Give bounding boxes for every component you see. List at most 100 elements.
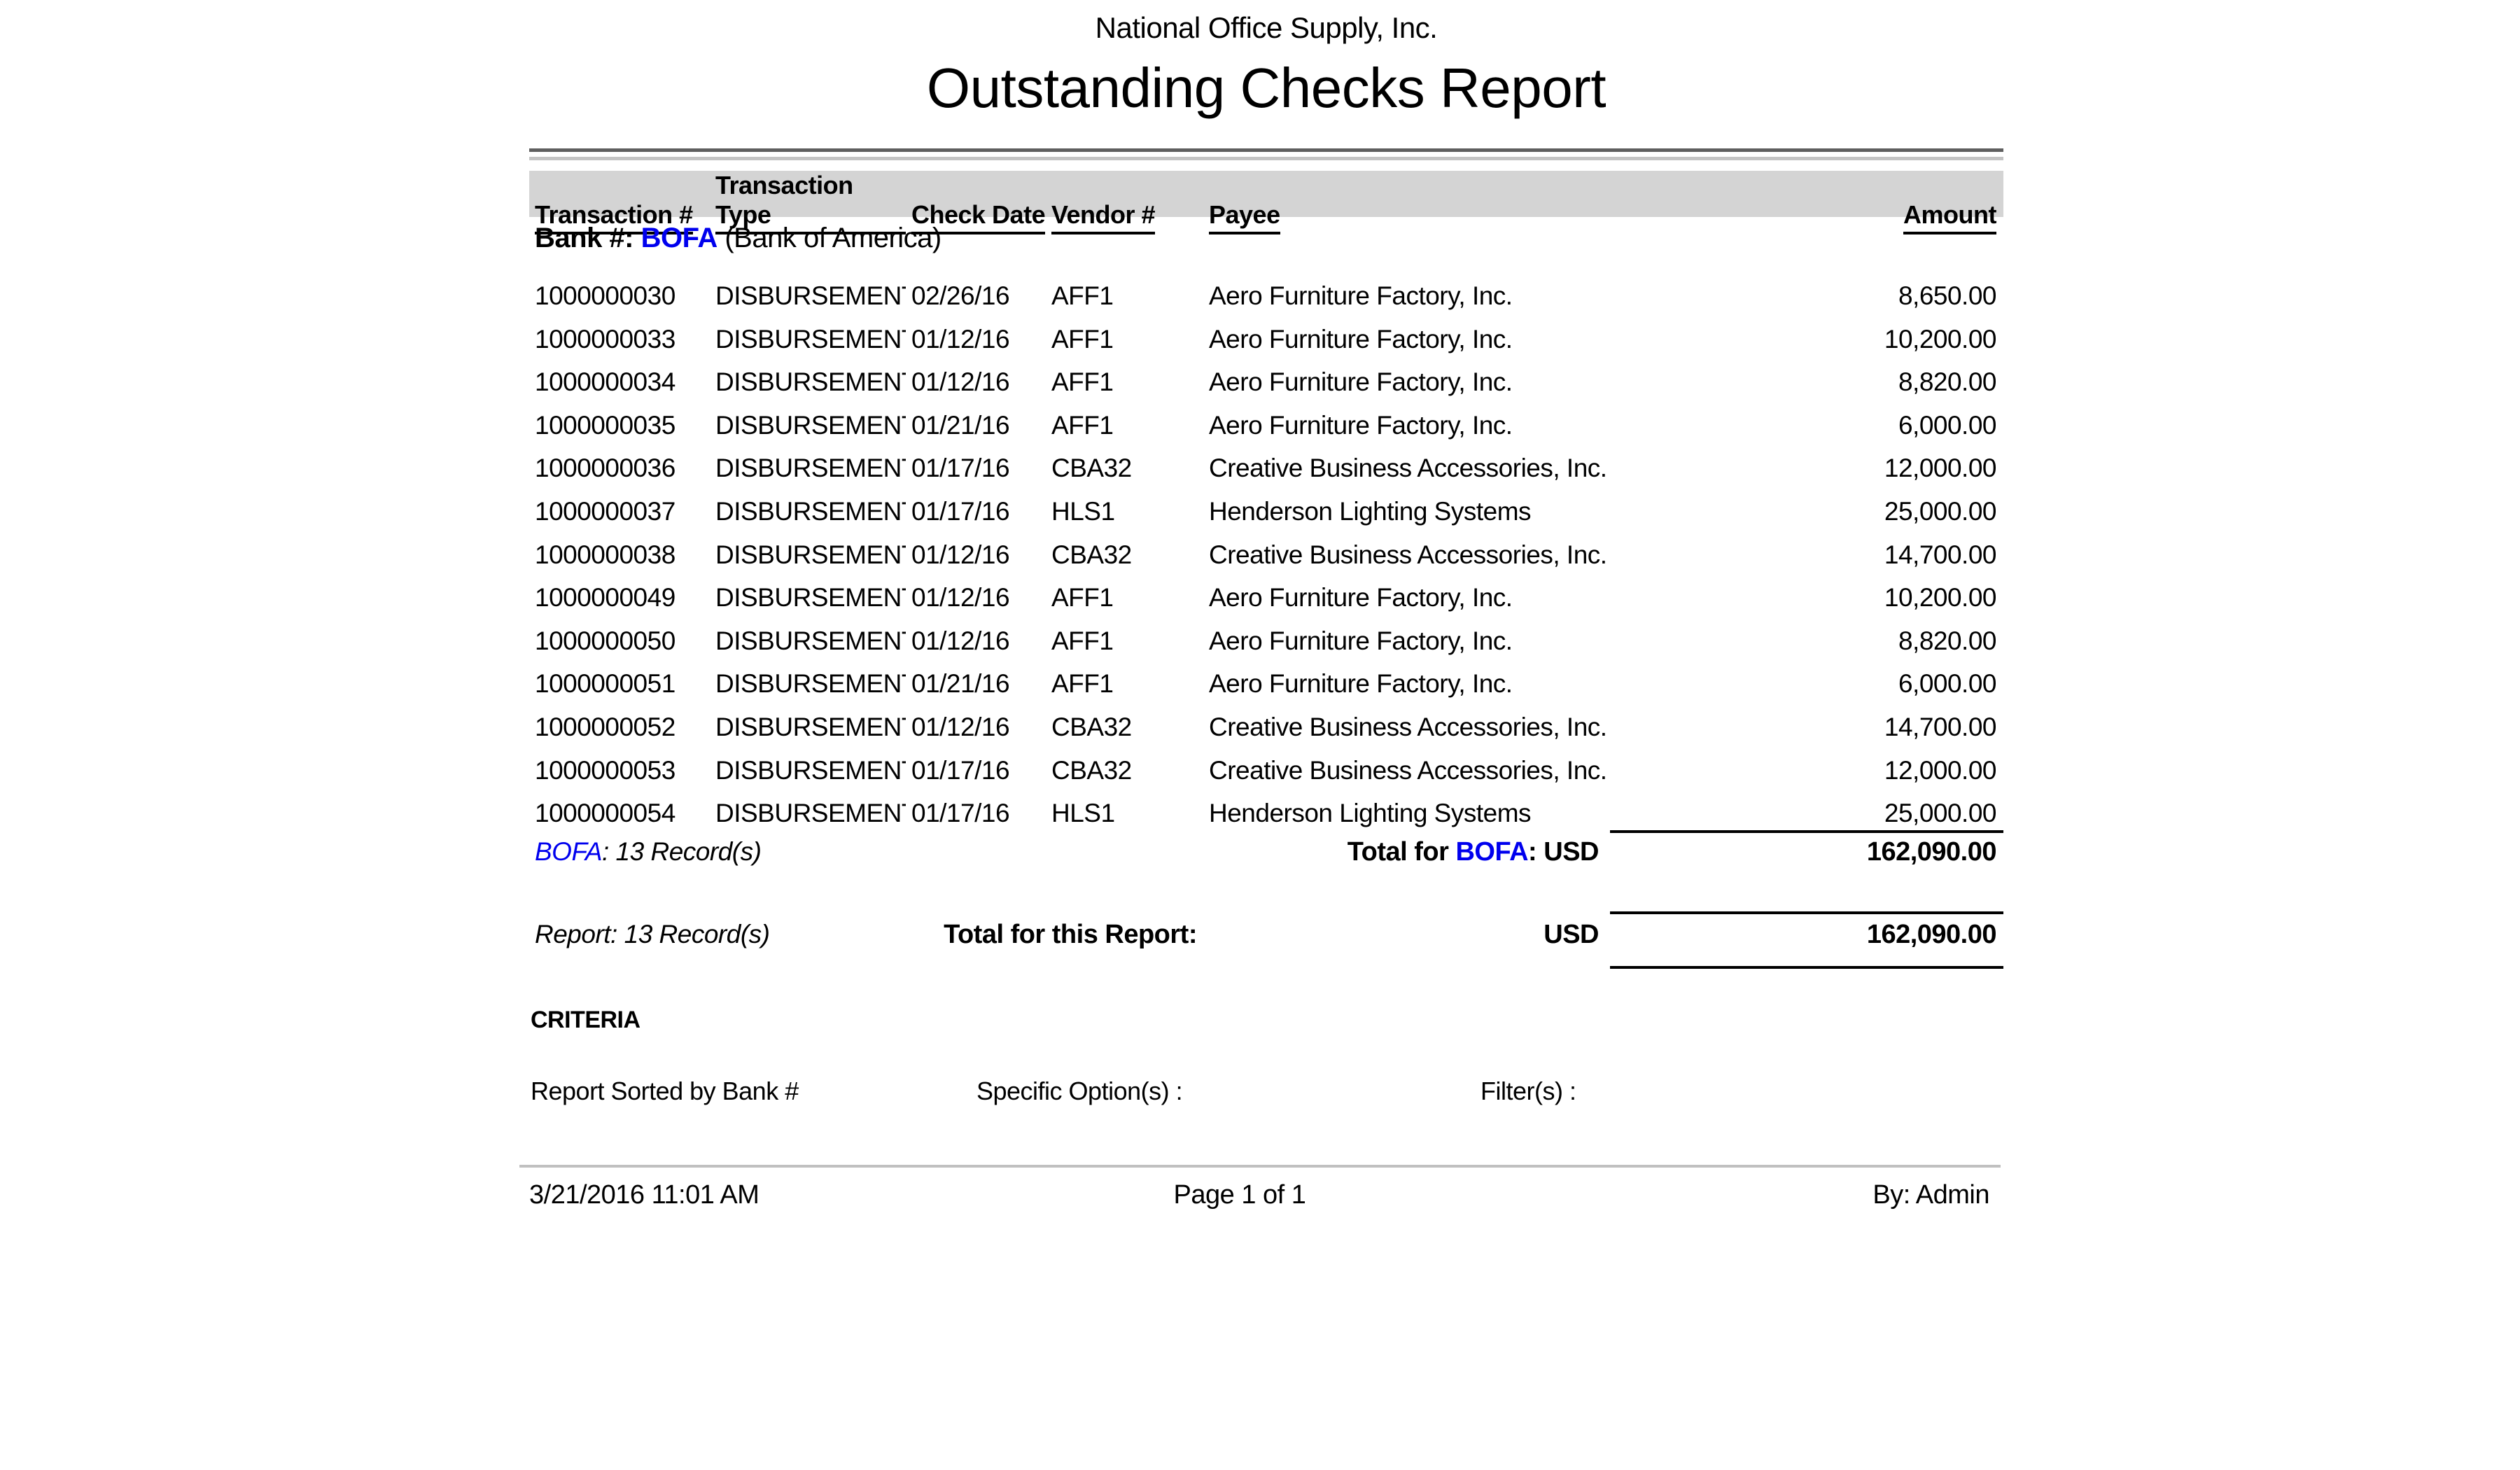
cell-payee: Creative Business Accessories, Inc. [1203,749,1610,792]
cell-transaction-type: DISBURSEMENTS [710,662,906,706]
table-row: 1000000038 DISBURSEMENTS 01/12/16 CBA32 … [529,533,2003,577]
report-total-top-rule [1610,911,2003,914]
cell-transaction-type: DISBURSEMENTS [710,576,906,620]
cell-transaction-type: DISBURSEMENTS [710,274,906,318]
cell-check-date: 01/12/16 [906,620,1046,663]
cell-transaction-number: 1000000053 [529,749,710,792]
bank-total-amount: 162,090.00 [1610,837,1996,867]
table-row: 1000000035 DISBURSEMENTS 01/21/16 AFF1 A… [529,404,2003,447]
cell-amount: 8,650.00 [1610,274,2003,318]
table-row: 1000000049 DISBURSEMENTS 01/12/16 AFF1 A… [529,576,2003,620]
cell-amount: 6,000.00 [1610,662,2003,706]
cell-transaction-type: DISBURSEMENTS [710,792,906,835]
table-row: 1000000037 DISBURSEMENTS 01/17/16 HLS1 H… [529,490,2003,533]
table-row: 1000000050 DISBURSEMENTS 01/12/16 AFF1 A… [529,620,2003,663]
cell-check-date: 02/26/16 [906,274,1046,318]
cell-transaction-number: 1000000049 [529,576,710,620]
cell-transaction-number: 1000000038 [529,533,710,577]
cell-vendor-number: AFF1 [1046,360,1203,404]
report-total-currency: USD [1439,920,1599,950]
criteria-sorted-by: Report Sorted by Bank # [531,1077,799,1106]
cell-check-date: 01/17/16 [906,490,1046,533]
bank-total-rule [1610,830,2003,833]
title-separator-light [529,157,2003,160]
cell-amount: 8,820.00 [1610,620,2003,663]
cell-transaction-number: 1000000034 [529,360,710,404]
cell-amount: 14,700.00 [1610,533,2003,577]
cell-amount: 10,200.00 [1610,576,2003,620]
cell-vendor-number: AFF1 [1046,404,1203,447]
cell-transaction-number: 1000000030 [529,274,710,318]
cell-amount: 6,000.00 [1610,404,2003,447]
cell-check-date: 01/17/16 [906,447,1046,490]
cell-transaction-number: 1000000052 [529,706,710,749]
cell-payee: Aero Furniture Factory, Inc. [1203,404,1610,447]
cell-transaction-number: 1000000033 [529,318,710,361]
report-title: Outstanding Checks Report [529,56,2003,120]
footer-page-number: Page 1 of 1 [503,1180,1977,1210]
cell-amount: 12,000.00 [1610,447,2003,490]
cell-amount: 12,000.00 [1610,749,2003,792]
report-page: National Office Supply, Inc. Outstanding… [0,0,2520,1470]
footer-generated-by: By: Admin [1872,1180,1989,1210]
table-row: 1000000051 DISBURSEMENTS 01/21/16 AFF1 A… [529,662,2003,706]
cell-transaction-number: 1000000051 [529,662,710,706]
cell-payee: Aero Furniture Factory, Inc. [1203,662,1610,706]
cell-vendor-number: AFF1 [1046,662,1203,706]
bank-code-link[interactable]: BOFA [1455,837,1528,867]
table-row: 1000000030 DISBURSEMENTS 02/26/16 AFF1 A… [529,274,2003,318]
cell-transaction-type: DISBURSEMENTS [710,360,906,404]
table-row: 1000000053 DISBURSEMENTS 01/17/16 CBA32 … [529,749,2003,792]
cell-transaction-number: 1000000036 [529,447,710,490]
cell-vendor-number: AFF1 [1046,318,1203,361]
footer-separator [519,1165,2001,1168]
cell-payee: Henderson Lighting Systems [1203,792,1610,835]
cell-payee: Aero Furniture Factory, Inc. [1203,620,1610,663]
cell-transaction-number: 1000000037 [529,490,710,533]
cell-vendor-number: HLS1 [1046,792,1203,835]
cell-transaction-type: DISBURSEMENTS [710,318,906,361]
report-total-label: Total for this Report: [529,920,1197,950]
cell-check-date: 01/17/16 [906,792,1046,835]
cell-vendor-number: CBA32 [1046,447,1203,490]
cell-check-date: 01/21/16 [906,662,1046,706]
report-total-amount: 162,090.00 [1610,920,1996,950]
cell-payee: Aero Furniture Factory, Inc. [1203,360,1610,404]
bank-total-row: BOFA: 13 Record(s) Total for BOFA: USD 1… [529,837,2003,872]
report-total-row: Report: 13 Record(s) Total for this Repo… [529,920,2003,955]
cell-payee: Creative Business Accessories, Inc. [1203,533,1610,577]
cell-payee: Creative Business Accessories, Inc. [1203,706,1610,749]
cell-payee: Aero Furniture Factory, Inc. [1203,274,1610,318]
cell-vendor-number: HLS1 [1046,490,1203,533]
cell-payee: Aero Furniture Factory, Inc. [1203,576,1610,620]
cell-payee: Aero Furniture Factory, Inc. [1203,318,1610,361]
bank-total-label: Total for BOFA: USD [529,837,1599,867]
title-separator-dark [529,148,2003,152]
company-name: National Office Supply, Inc. [529,11,2003,45]
cell-vendor-number: AFF1 [1046,576,1203,620]
cell-transaction-type: DISBURSEMENTS [710,490,906,533]
table-row: 1000000054 DISBURSEMENTS 01/17/16 HLS1 H… [529,792,2003,835]
cell-check-date: 01/21/16 [906,404,1046,447]
cell-payee: Creative Business Accessories, Inc. [1203,447,1610,490]
cell-transaction-type: DISBURSEMENTS [710,706,906,749]
cell-check-date: 01/12/16 [906,360,1046,404]
bank-code-link[interactable]: BOFA [641,223,718,253]
cell-transaction-type: DISBURSEMENTS [710,533,906,577]
table-header-row: Transaction # Transaction Type Check Dat… [529,171,2003,217]
cell-vendor-number: AFF1 [1046,620,1203,663]
table-row: 1000000052 DISBURSEMENTS 01/12/16 CBA32 … [529,706,2003,749]
cell-transaction-number: 1000000035 [529,404,710,447]
table-row: 1000000036 DISBURSEMENTS 01/17/16 CBA32 … [529,447,2003,490]
cell-transaction-number: 1000000050 [529,620,710,663]
cell-vendor-number: CBA32 [1046,533,1203,577]
bank-name: (Bank of America) [718,223,941,253]
cell-check-date: 01/12/16 [906,576,1046,620]
cell-check-date: 01/17/16 [906,749,1046,792]
cell-transaction-number: 1000000054 [529,792,710,835]
bank-label: Bank #: [535,223,641,253]
cell-transaction-type: DISBURSEMENTS [710,447,906,490]
cell-vendor-number: CBA32 [1046,706,1203,749]
bank-group-header: Bank #: BOFA (Bank of America) [529,223,2003,254]
cell-transaction-type: DISBURSEMENTS [710,404,906,447]
